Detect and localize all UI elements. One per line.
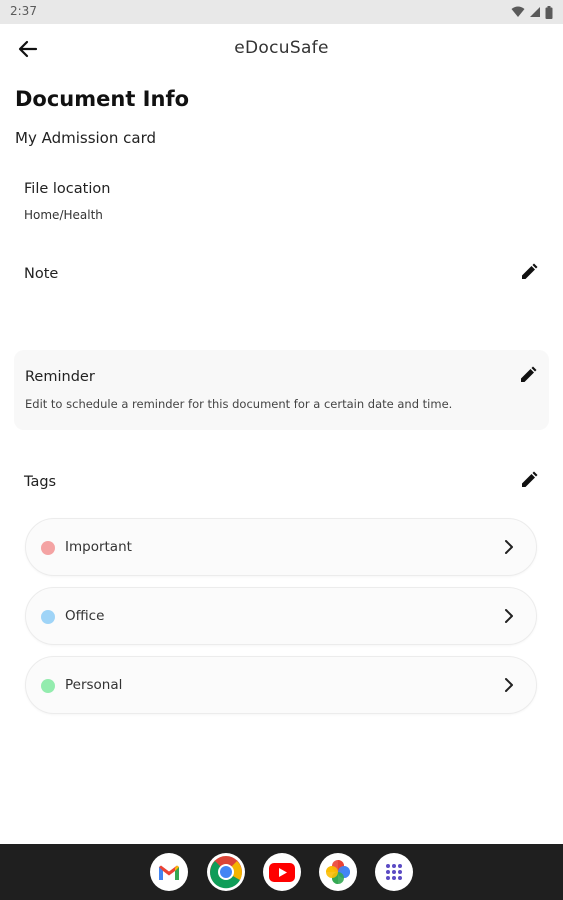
- app-drawer-icon[interactable]: [375, 853, 413, 891]
- tag-row-important[interactable]: Important: [25, 518, 537, 576]
- chrome-icon[interactable]: [207, 853, 245, 891]
- tag-row-office[interactable]: Office: [25, 587, 537, 645]
- battery-icon: [545, 5, 553, 19]
- wifi-icon: [511, 6, 525, 17]
- reminder-description: Edit to schedule a reminder for this doc…: [25, 397, 453, 411]
- reminder-card[interactable]: Reminder Edit to schedule a reminder for…: [14, 350, 549, 430]
- chevron-right-icon: [505, 609, 513, 623]
- tag-label: Personal: [65, 677, 123, 693]
- reminder-edit-pencil-icon[interactable]: [519, 366, 537, 384]
- tag-color-dot: [41, 610, 55, 624]
- youtube-icon[interactable]: [263, 853, 301, 891]
- bottom-dock: [0, 844, 563, 900]
- status-time: 2:37: [10, 4, 37, 18]
- tag-color-dot: [41, 679, 55, 693]
- gmail-icon[interactable]: [150, 853, 188, 891]
- tag-label: Office: [65, 608, 105, 624]
- file-location-label: File location: [24, 181, 111, 197]
- tag-color-dot: [41, 541, 55, 555]
- tags-edit-pencil-icon[interactable]: [520, 471, 538, 489]
- note-label: Note: [24, 266, 59, 282]
- app-bar: eDocuSafe: [0, 24, 563, 74]
- tags-label: Tags: [24, 474, 57, 490]
- photos-icon[interactable]: [319, 853, 357, 891]
- chevron-right-icon: [505, 678, 513, 692]
- tag-label: Important: [65, 539, 132, 555]
- reminder-title: Reminder: [25, 369, 95, 385]
- file-location-value: Home/Health: [24, 208, 103, 222]
- app-title: eDocuSafe: [234, 38, 329, 58]
- page-title: Document Info: [15, 87, 190, 111]
- note-edit-pencil-icon[interactable]: [520, 263, 538, 281]
- tag-row-personal[interactable]: Personal: [25, 656, 537, 714]
- cell-signal-icon: [530, 7, 540, 17]
- document-name: My Admission card: [15, 129, 156, 147]
- chevron-right-icon: [505, 540, 513, 554]
- status-icons: [511, 5, 553, 19]
- status-bar: 2:37: [0, 0, 563, 24]
